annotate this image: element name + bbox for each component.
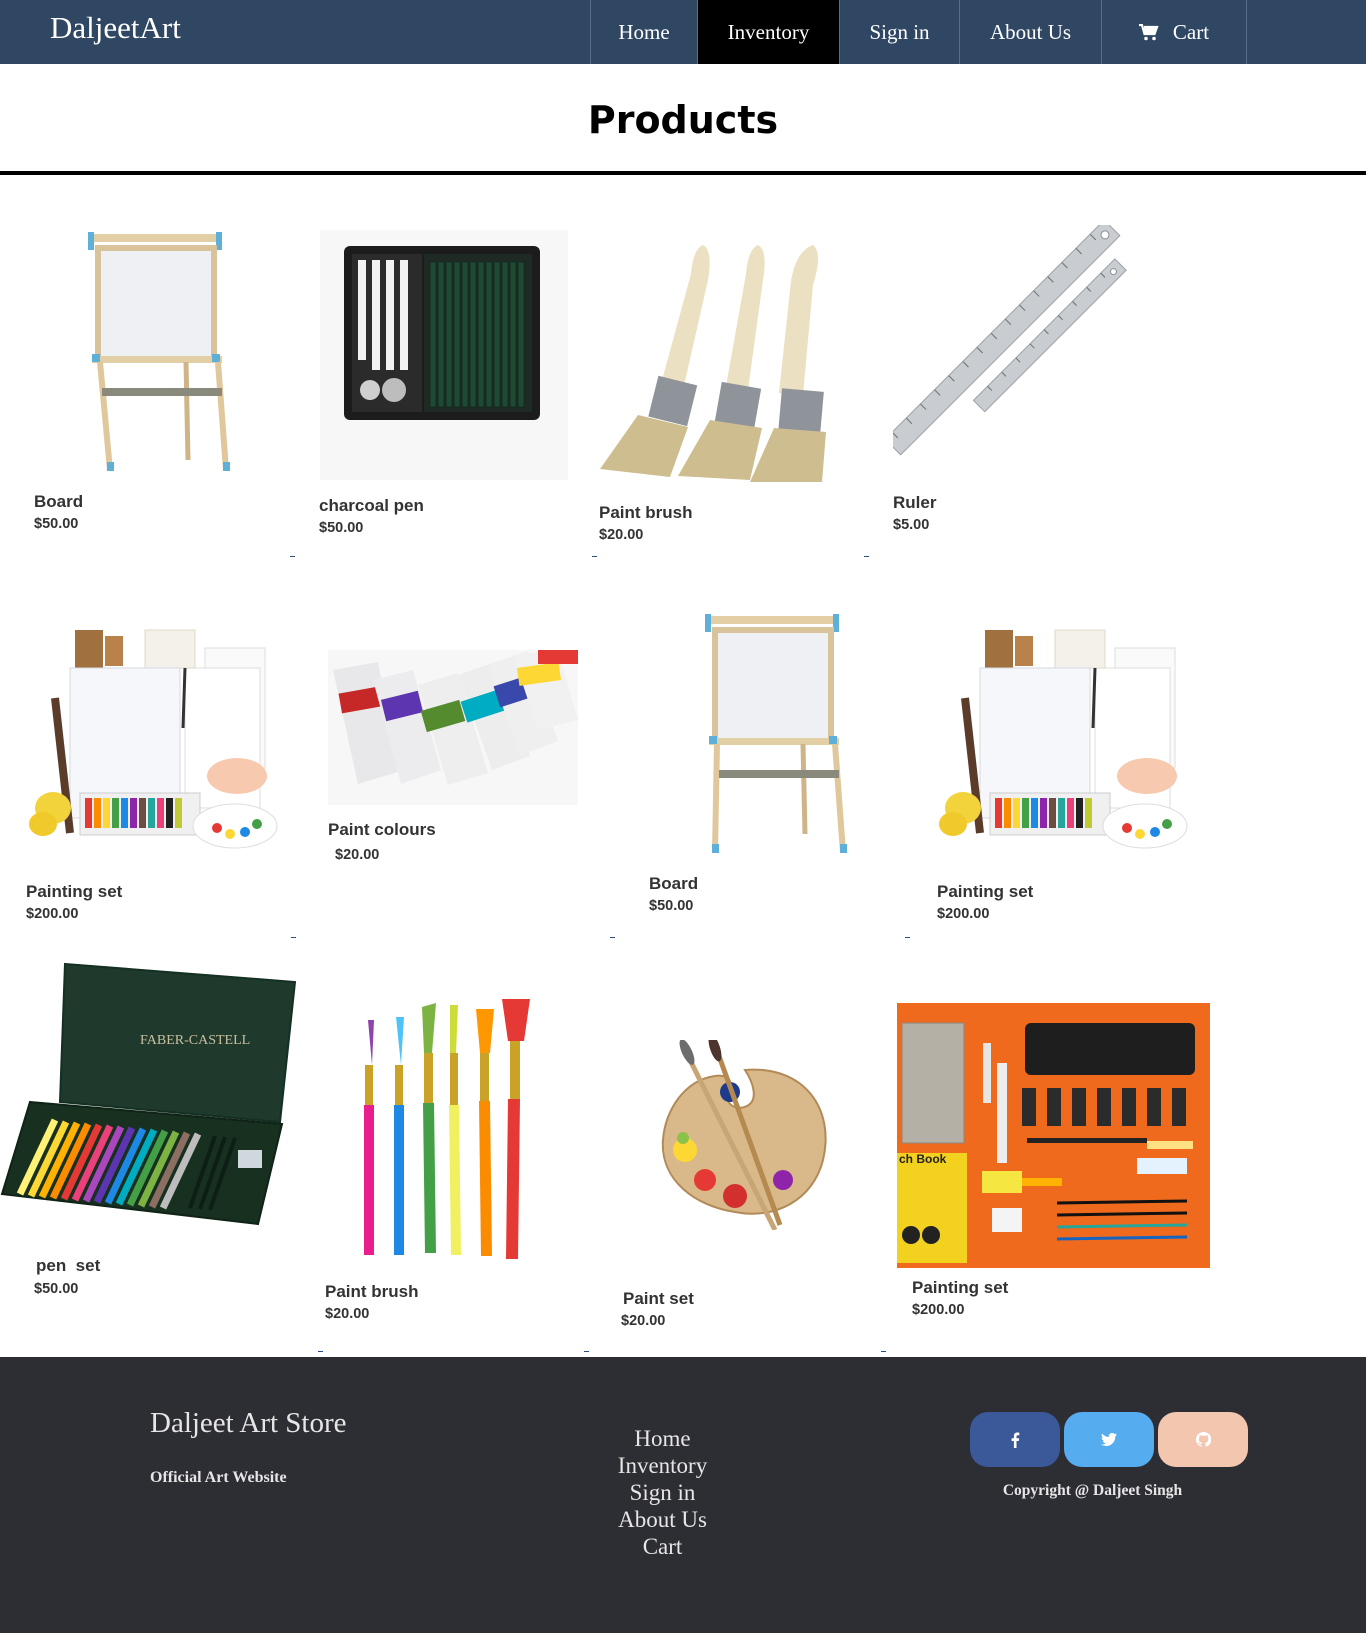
footer-link-inventory[interactable]: Inventory	[560, 1452, 765, 1479]
product-price: $50.00	[649, 898, 694, 914]
product-link[interactable]	[290, 556, 295, 557]
page-title: Products	[587, 98, 779, 142]
nav-sign-in[interactable]: Sign in	[839, 0, 959, 64]
product-name[interactable]: Paint brush	[599, 503, 693, 523]
nav-inventory-label: Inventory	[727, 19, 810, 44]
product-name[interactable]: Ruler	[893, 493, 936, 513]
product-price: $20.00	[335, 847, 380, 863]
charcoal-pencil-kit-image[interactable]	[320, 230, 568, 480]
product-price: $200.00	[912, 1302, 965, 1318]
footer-link-cart[interactable]: Cart	[560, 1533, 765, 1560]
product-name[interactable]: Paint brush	[325, 1282, 419, 1302]
product-name[interactable]: Painting set	[912, 1278, 1008, 1298]
copyright-text: Copyright @ Daljeet Singh	[1002, 1482, 1183, 1499]
footer-links: Home Inventory Sign in About Us Cart	[560, 1425, 765, 1560]
product-price: $50.00	[34, 516, 79, 532]
twitter-icon	[1101, 1433, 1117, 1446]
product-link[interactable]	[592, 556, 597, 557]
art-supplies-flatlay-image[interactable]: ch Book	[897, 1003, 1210, 1268]
github-icon	[1195, 1432, 1211, 1447]
product-price: $200.00	[26, 906, 79, 922]
painting-set-image[interactable]	[25, 628, 280, 863]
product-price: $50.00	[34, 1281, 79, 1297]
title-divider	[0, 171, 1366, 175]
nav-about-us-label: About Us	[989, 19, 1072, 44]
footer-link-sign-in[interactable]: Sign in	[560, 1479, 765, 1506]
site-footer: Daljeet Art Store Official Art Website H…	[0, 1357, 1366, 1633]
product-name[interactable]: Board	[34, 492, 83, 512]
easel-board-image[interactable]	[80, 230, 240, 475]
product-name[interactable]: Painting set	[26, 882, 122, 902]
svg-text:ch Book: ch Book	[899, 1152, 947, 1166]
product-link[interactable]	[905, 937, 910, 938]
brand-logo[interactable]: DaljeetArt	[50, 10, 181, 46]
nav-home-label: Home	[618, 19, 670, 44]
footer-title: Daljeet Art Store	[150, 1407, 347, 1439]
cart-icon	[1138, 24, 1159, 41]
product-name[interactable]: Paint colours	[328, 820, 436, 840]
steel-rulers-image[interactable]	[893, 225, 1143, 480]
github-button[interactable]	[1158, 1412, 1248, 1467]
easel-board-image[interactable]	[697, 612, 857, 857]
footer-link-about-us[interactable]: About Us	[560, 1506, 765, 1533]
footer-subtitle: Official Art Website	[150, 1469, 287, 1486]
product-link[interactable]	[881, 1351, 886, 1352]
product-name[interactable]: Painting set	[937, 882, 1033, 902]
top-navbar: DaljeetArt Home Inventory Sign in About …	[0, 0, 1366, 64]
product-name[interactable]: pen set	[36, 1256, 100, 1276]
nav-cart-label: Cart	[1172, 19, 1210, 44]
product-link[interactable]	[291, 937, 296, 938]
colored-pencil-case-image[interactable]: FABER-CASTELL	[0, 962, 296, 1232]
facebook-icon	[1011, 1432, 1020, 1448]
product-name[interactable]: charcoal pen	[319, 496, 424, 516]
nav-home[interactable]: Home	[590, 0, 697, 64]
product-link[interactable]	[864, 556, 869, 557]
product-name[interactable]: Board	[649, 874, 698, 894]
product-link[interactable]	[584, 1351, 589, 1352]
svg-text:FABER-CASTELL: FABER-CASTELL	[140, 1033, 250, 1048]
product-link[interactable]	[610, 937, 615, 938]
twitter-button[interactable]	[1064, 1412, 1154, 1467]
product-price: $5.00	[893, 517, 930, 533]
nav-about-us[interactable]: About Us	[959, 0, 1101, 64]
nav-sign-in-label: Sign in	[869, 19, 930, 44]
nav-inventory[interactable]: Inventory	[697, 0, 839, 64]
product-link[interactable]	[318, 1351, 323, 1352]
product-name[interactable]: Paint set	[623, 1289, 694, 1309]
paint-tubes-image[interactable]	[328, 650, 578, 805]
facebook-button[interactable]	[970, 1412, 1060, 1467]
nav-cart[interactable]: Cart	[1101, 0, 1247, 64]
colorful-brushes-image[interactable]	[360, 995, 540, 1265]
product-price: $20.00	[621, 1313, 666, 1329]
product-price: $20.00	[325, 1306, 370, 1322]
palette-with-brushes-image[interactable]	[655, 1040, 835, 1230]
footer-link-home[interactable]: Home	[560, 1425, 765, 1452]
product-price: $200.00	[937, 906, 990, 922]
product-price: $20.00	[599, 527, 644, 543]
flat-paint-brushes-image[interactable]	[598, 240, 838, 485]
product-price: $50.00	[319, 520, 364, 536]
painting-set-image[interactable]	[935, 628, 1190, 863]
